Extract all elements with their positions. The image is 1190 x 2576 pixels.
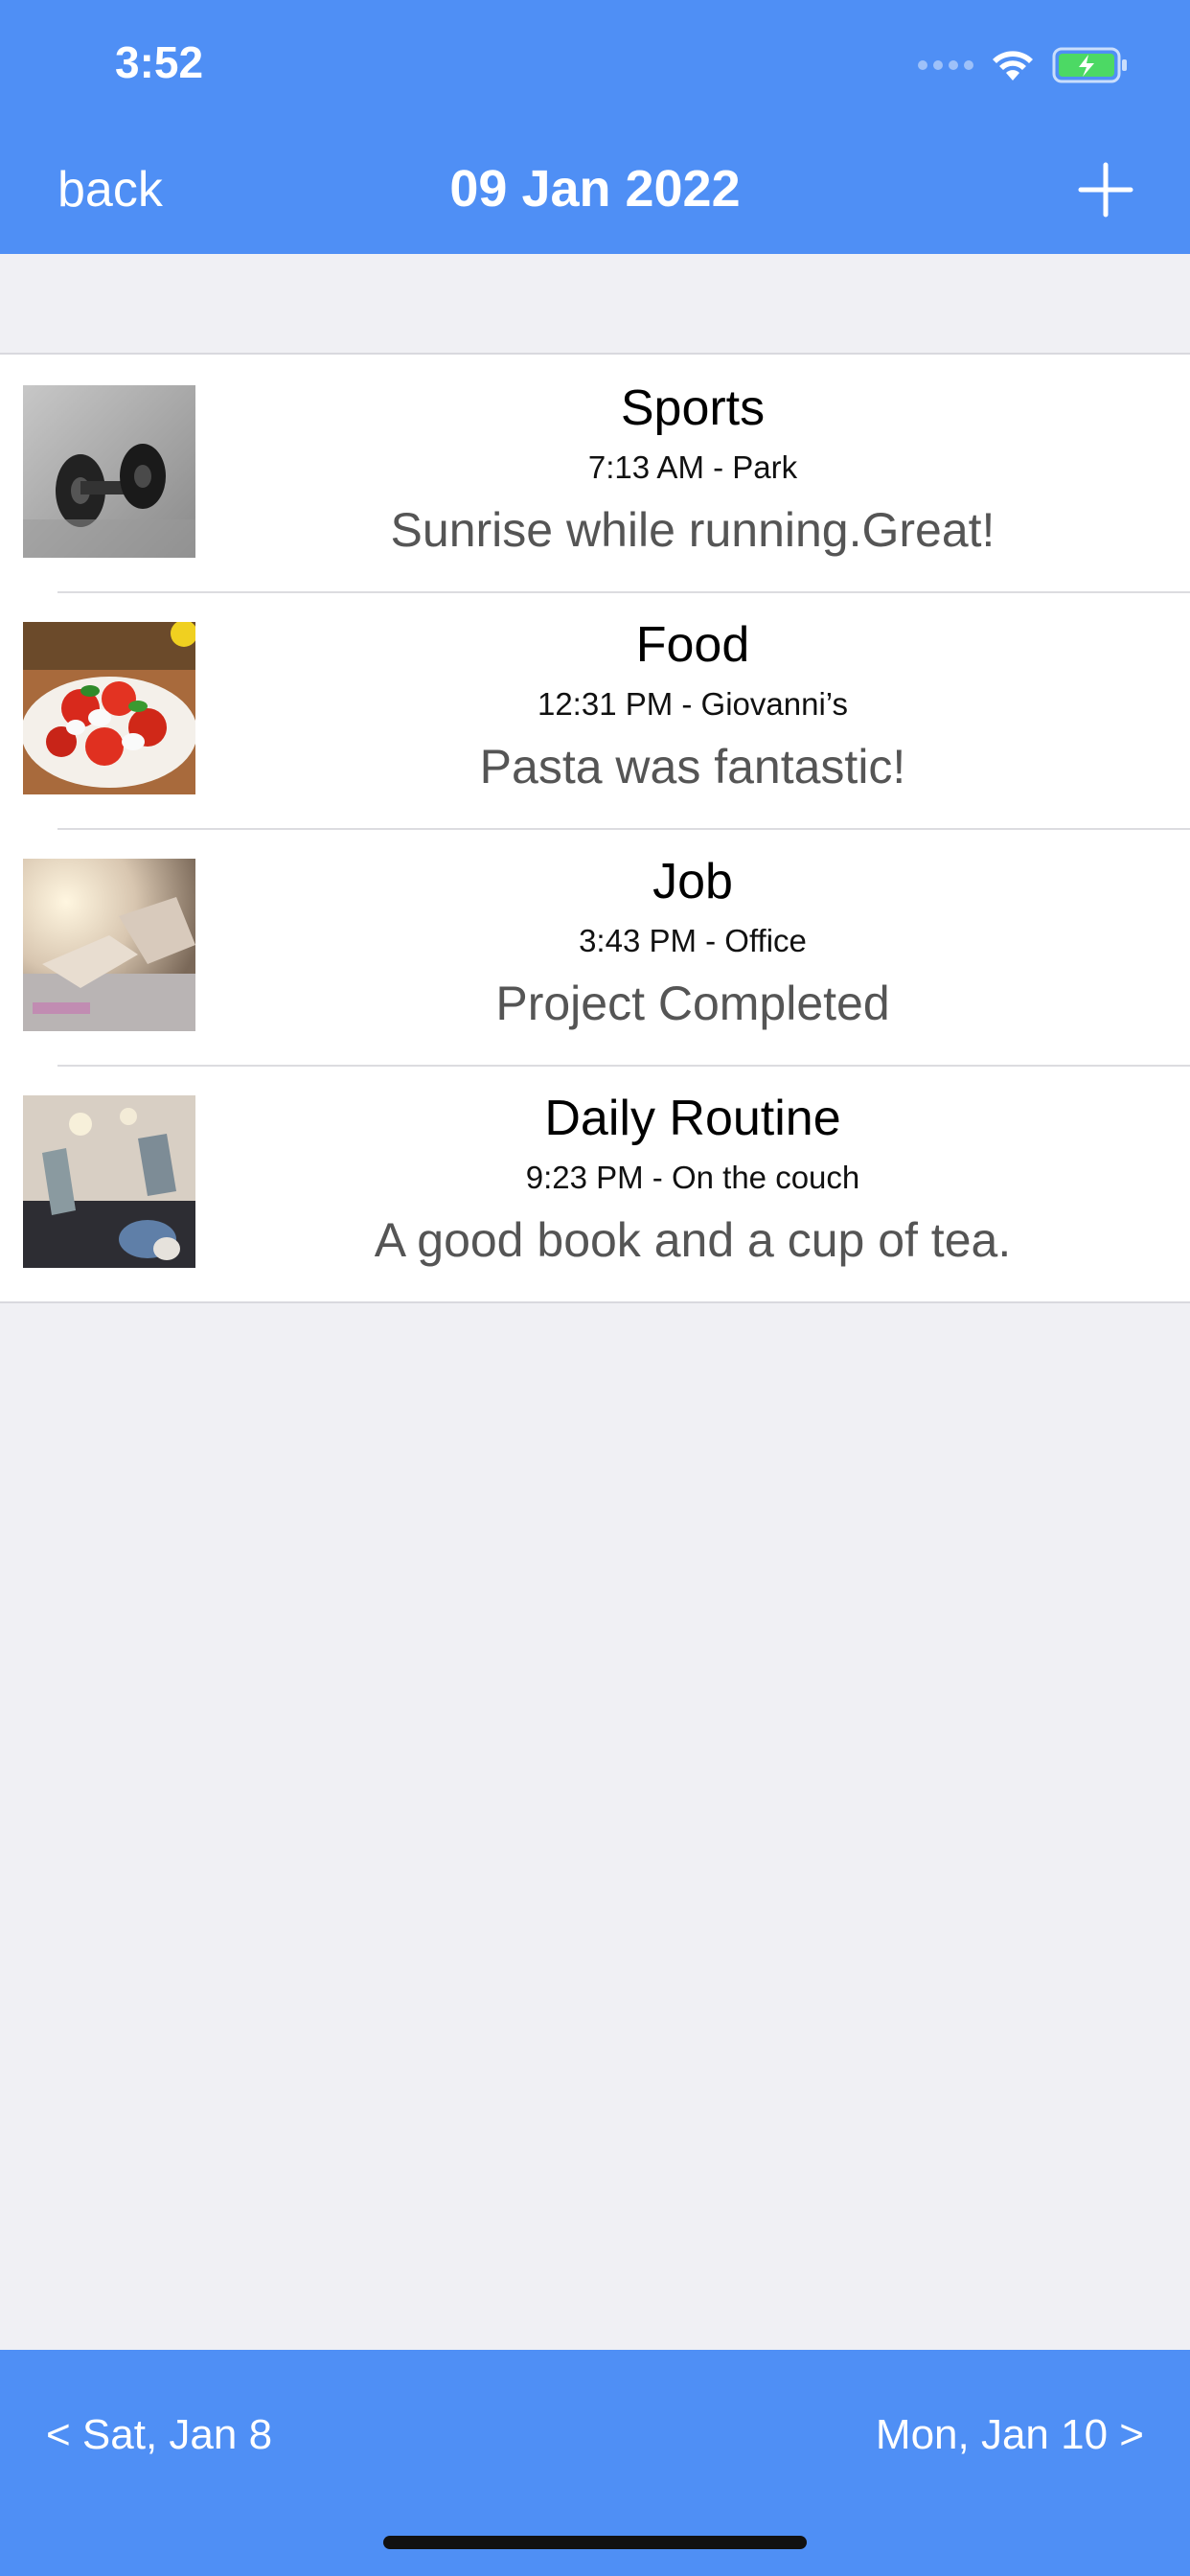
wifi-icon [993, 51, 1033, 80]
caprese-salad-photo [23, 622, 195, 794]
entry-title: Sports [620, 380, 766, 436]
add-entry-button[interactable] [1077, 161, 1134, 218]
list-item[interactable]: Sports 7:13 AM - Park Sunrise while runn… [0, 355, 1190, 591]
previous-day-button[interactable]: < Sat, Jan 8 [46, 2411, 272, 2459]
entry-note: Project Completed [495, 977, 890, 1030]
office-desk-photo [23, 859, 195, 1031]
entry-note: A good book and a cup of tea. [374, 1213, 1012, 1267]
list-item[interactable]: Food 12:31 PM - Giovanni’s Pasta was fan… [0, 591, 1190, 828]
footer-bar: < Sat, Jan 8 Mon, Jan 10 > [0, 2350, 1190, 2576]
cellular-signal-icon [918, 60, 973, 70]
entry-note: Pasta was fantastic! [479, 740, 906, 794]
list-item[interactable]: Daily Routine 9:23 PM - On the couch A g… [0, 1065, 1190, 1301]
battery-charging-icon [1052, 47, 1127, 83]
home-indicator [383, 2536, 807, 2549]
entry-title: Daily Routine [544, 1091, 841, 1146]
list-item[interactable]: Job 3:43 PM - Office Project Completed [0, 828, 1190, 1065]
entry-title: Job [652, 854, 733, 909]
entry-note: Sunrise while running.Great! [390, 503, 995, 557]
plus-icon [1078, 162, 1133, 218]
entry-list: Sports 7:13 AM - Park Sunrise while runn… [0, 353, 1190, 1303]
dumbbells-photo [23, 385, 195, 558]
next-day-button[interactable]: Mon, Jan 10 > [876, 2411, 1144, 2459]
entry-time-location: 3:43 PM - Office [579, 923, 807, 958]
entry-time-location: 12:31 PM - Giovanni’s [537, 686, 849, 722]
entry-title: Food [635, 617, 750, 673]
entry-time-location: 9:23 PM - On the couch [525, 1160, 860, 1195]
status-icons [918, 42, 1129, 88]
page-title: 09 Jan 2022 [449, 160, 741, 218]
header: 3:52 back 09 Jan 2022 [0, 0, 1190, 254]
entry-time-location: 7:13 AM - Park [587, 449, 798, 485]
status-time: 3:52 [115, 37, 204, 87]
cozy-socks-photo [23, 1095, 195, 1268]
